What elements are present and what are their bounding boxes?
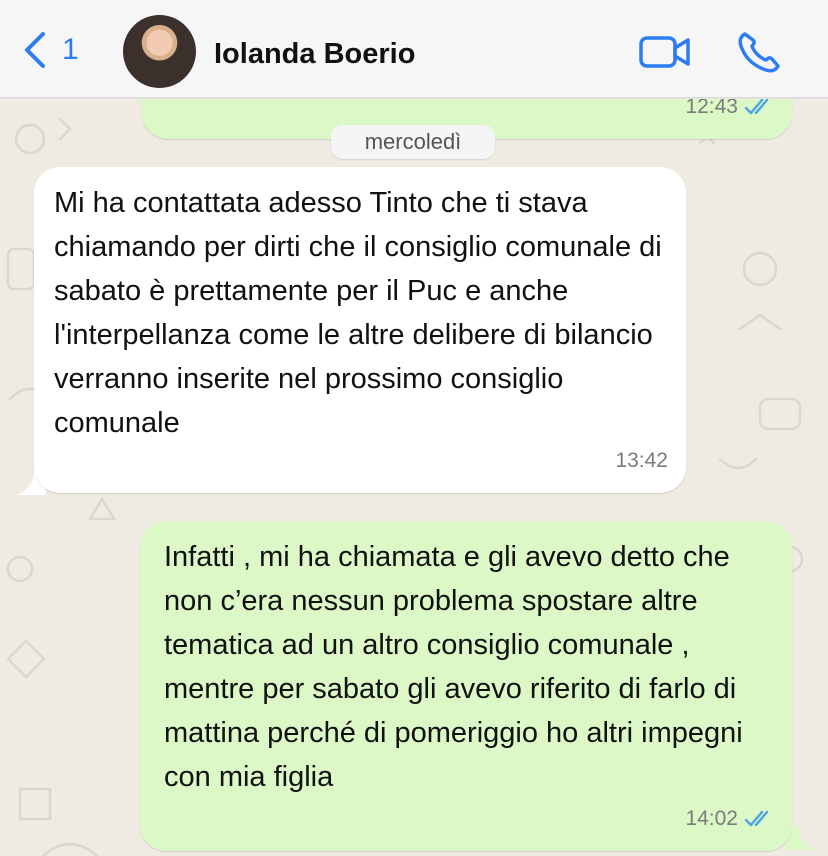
chat-area[interactable]: 12:43 mercoledì Mi ha contattata adesso … [0, 99, 828, 856]
video-camera-icon[interactable] [638, 32, 692, 72]
double-check-icon [744, 99, 769, 115]
contact-name[interactable]: Iolanda Boerio [214, 38, 415, 71]
phone-icon[interactable] [736, 30, 782, 74]
back-button[interactable]: 1 [22, 30, 79, 70]
message-meta: 13:42 [615, 439, 668, 483]
message-meta: 12:43 [685, 99, 774, 129]
message-time: 14:02 [685, 807, 738, 830]
message-time: 12:43 [685, 99, 738, 118]
message-bubble-outgoing[interactable]: Infatti , mi ha chiamata e gli avevo det… [140, 521, 792, 851]
message-time: 13:42 [615, 449, 668, 472]
unread-count: 1 [62, 33, 79, 66]
message-meta: 14:02 [685, 797, 774, 841]
chevron-left-icon [25, 32, 45, 68]
day-separator: mercoledì [331, 125, 495, 159]
double-check-icon [744, 810, 769, 827]
message-bubble-incoming[interactable]: Mi ha contattata adesso Tinto che ti sta… [34, 167, 686, 493]
chat-header: 1 Iolanda Boerio [0, 0, 828, 98]
message-text: Infatti , mi ha chiamata e gli avevo det… [164, 541, 743, 793]
message-text: Mi ha contattata adesso Tinto che ti sta… [54, 187, 662, 439]
avatar[interactable] [123, 15, 196, 88]
